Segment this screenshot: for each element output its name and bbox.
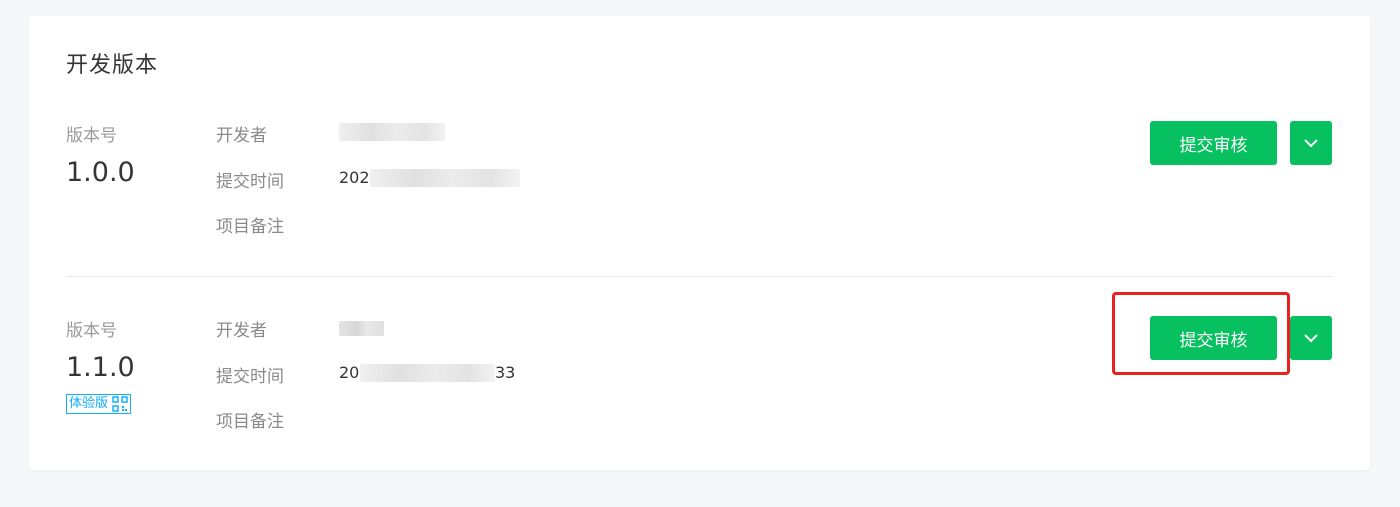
submit-time-label: 提交时间	[216, 367, 284, 387]
version-item-1: 版本号 1.0.0 开发者 提交时间 202 项目备注 提交审核	[66, 121, 1332, 281]
divider	[66, 276, 1332, 277]
more-options-button[interactable]	[1290, 316, 1332, 360]
remark-label: 项目备注	[216, 412, 284, 432]
submit-time-suffix: 33	[495, 363, 516, 382]
submit-time-redacted	[370, 169, 520, 187]
chevron-down-icon	[1304, 333, 1318, 342]
submit-review-button[interactable]: 提交审核	[1150, 316, 1277, 360]
chevron-down-icon	[1304, 138, 1318, 147]
submit-time-value: 20	[339, 363, 360, 382]
section-title: 开发版本	[66, 53, 159, 78]
dev-versions-card: 开发版本 版本号 1.0.0 开发者 提交时间 202 项目备注 提交审核 版本…	[29, 16, 1370, 470]
submit-time-label: 提交时间	[216, 172, 284, 192]
qrcode-icon	[112, 396, 128, 412]
version-number: 1.1.0	[66, 352, 135, 383]
remark-label: 项目备注	[216, 217, 284, 237]
trial-version-tag[interactable]: 体验版	[66, 394, 132, 414]
developer-label: 开发者	[216, 126, 267, 146]
version-label: 版本号	[66, 321, 117, 341]
developer-value-redacted	[339, 123, 445, 141]
trial-version-label: 体验版	[69, 396, 109, 411]
version-number: 1.0.0	[66, 157, 135, 188]
submit-time-redacted	[360, 364, 495, 382]
submit-time-value: 202	[339, 168, 370, 187]
version-label: 版本号	[66, 126, 117, 146]
more-options-button[interactable]	[1290, 121, 1332, 165]
submit-review-button[interactable]: 提交审核	[1150, 121, 1277, 165]
version-item-2: 版本号 1.1.0 体验版 开发者 提交时间 20 33 项目备注 提交审核	[66, 316, 1332, 476]
developer-label: 开发者	[216, 321, 267, 341]
developer-value-redacted	[339, 321, 384, 336]
